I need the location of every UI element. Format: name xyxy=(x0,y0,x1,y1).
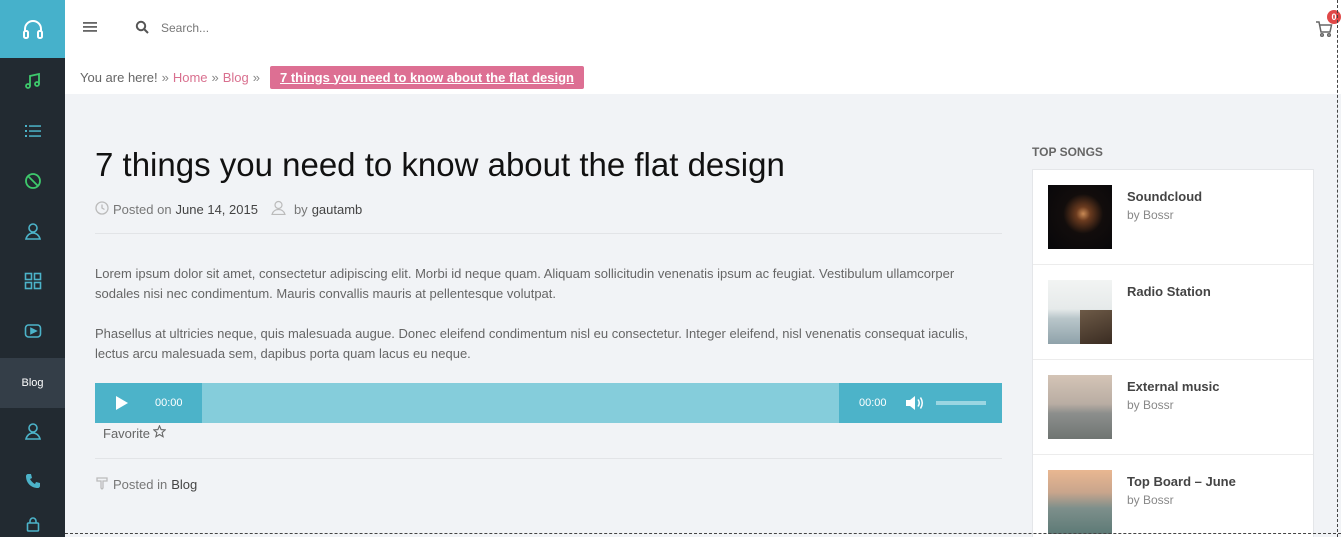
breadcrumb-separator: » xyxy=(211,69,219,85)
breadcrumb-separator: » xyxy=(252,69,261,85)
sidebar-item-artists[interactable] xyxy=(0,208,65,258)
by-label: by xyxy=(293,201,308,217)
song-thumbnail[interactable] xyxy=(1048,375,1112,439)
breadcrumb: You are here! » Home » Blog » 7 things y… xyxy=(80,64,584,90)
sidebar-item-profile[interactable] xyxy=(0,408,65,458)
mute-button[interactable] xyxy=(905,395,925,416)
post-paragraph: Phasellus at ultricies neque, quis males… xyxy=(95,326,968,361)
posted-in-label: Posted in xyxy=(113,477,168,492)
top-songs-heading: TOP SONGS xyxy=(1032,145,1103,159)
post-meta: Posted on June 14, 2015 by gautamb xyxy=(95,200,362,218)
cart-count-badge: 0 xyxy=(1327,10,1341,24)
song-thumbnail[interactable] xyxy=(1048,185,1112,249)
lock-icon xyxy=(25,516,41,537)
top-bar: 0 xyxy=(65,0,1341,58)
song-item[interactable]: Radio Station xyxy=(1033,265,1313,360)
sidebar-item-blog[interactable]: Blog xyxy=(0,358,65,408)
star-icon xyxy=(152,424,167,441)
divider xyxy=(95,233,1002,234)
no-sign-icon xyxy=(24,172,42,195)
music-note-icon xyxy=(24,72,42,95)
favorite-label: Favorite xyxy=(103,425,150,441)
sidebar-item-grid[interactable] xyxy=(0,258,65,308)
search-input[interactable] xyxy=(161,16,461,40)
song-item[interactable]: External music by Bossr xyxy=(1033,360,1313,455)
search-icon[interactable] xyxy=(135,20,149,39)
pushpin-icon xyxy=(95,476,109,493)
page-edge-bottom xyxy=(65,533,1341,534)
sidebar-item-playlist[interactable] xyxy=(0,108,65,158)
post-title: 7 things you need to know about the flat… xyxy=(95,146,785,183)
breadcrumb-separator: » xyxy=(161,69,169,85)
sidebar-item-contact[interactable] xyxy=(0,458,65,508)
song-item[interactable]: Top Board – June by Bossr xyxy=(1033,455,1313,537)
player-controls-left: 00:00 xyxy=(95,383,202,423)
post-paragraph: Lorem ipsum dolor sit amet, consectetur … xyxy=(95,266,955,301)
author-link[interactable]: gautamb xyxy=(312,202,363,217)
list-icon xyxy=(24,122,42,145)
song-title[interactable]: Radio Station xyxy=(1127,284,1211,299)
play-icon xyxy=(115,396,129,415)
sidebar-item-lock[interactable] xyxy=(0,508,65,537)
volume-icon xyxy=(905,396,925,415)
breadcrumb-prefix: You are here! xyxy=(80,69,158,85)
category-link[interactable]: Blog xyxy=(171,477,197,492)
duration: 00:00 xyxy=(859,397,887,409)
current-time: 00:00 xyxy=(155,397,183,409)
song-artist: by Bossr xyxy=(1127,398,1174,412)
grid-icon xyxy=(24,272,42,295)
volume-slider[interactable] xyxy=(936,401,986,405)
phone-icon xyxy=(25,473,41,494)
audio-player: 00:00 00:00 xyxy=(95,383,1002,423)
page-edge-right xyxy=(1337,0,1338,537)
user-icon xyxy=(24,222,42,245)
song-item[interactable]: Soundcloud by Bossr xyxy=(1033,170,1313,265)
posted-on-label: Posted on xyxy=(113,201,172,217)
sidebar-item-music[interactable] xyxy=(0,58,65,108)
player-controls-right: 00:00 xyxy=(839,383,1002,423)
song-title[interactable]: External music xyxy=(1127,379,1220,394)
song-title[interactable]: Soundcloud xyxy=(1127,189,1202,204)
sidebar-item-genres[interactable] xyxy=(0,158,65,208)
post-category: Posted in Blog xyxy=(95,476,197,493)
user-icon xyxy=(24,422,42,445)
video-play-icon xyxy=(24,322,42,345)
breadcrumb-home-link[interactable]: Home xyxy=(173,70,208,85)
user-icon xyxy=(271,200,286,218)
sidebar-item-label: Blog xyxy=(21,377,44,389)
breadcrumb-current-link[interactable]: 7 things you need to know about the flat… xyxy=(270,65,584,89)
song-title[interactable]: Top Board – June xyxy=(1127,474,1236,489)
top-songs-list: Soundcloud by Bossr Radio Station Extern… xyxy=(1032,169,1314,537)
sidebar: Blog xyxy=(0,0,65,537)
progress-bar[interactable] xyxy=(202,383,839,423)
divider xyxy=(95,458,1002,459)
clock-icon xyxy=(95,200,109,218)
favorite-button[interactable]: Favorite xyxy=(103,424,167,441)
breadcrumb-bar: You are here! » Home » Blog » 7 things y… xyxy=(65,58,1341,94)
breadcrumb-blog-link[interactable]: Blog xyxy=(223,70,249,85)
post-date-link[interactable]: June 14, 2015 xyxy=(176,202,258,217)
song-artist: by Bossr xyxy=(1127,208,1174,222)
song-thumbnail[interactable] xyxy=(1048,470,1112,534)
headphones-logo-icon[interactable] xyxy=(0,0,65,58)
play-button[interactable] xyxy=(115,395,129,416)
hamburger-menu-icon[interactable] xyxy=(83,20,99,36)
cart-button[interactable]: 0 xyxy=(1315,10,1341,40)
song-artist: by Bossr xyxy=(1127,493,1174,507)
song-thumbnail[interactable] xyxy=(1048,280,1112,344)
sidebar-item-video[interactable] xyxy=(0,308,65,358)
